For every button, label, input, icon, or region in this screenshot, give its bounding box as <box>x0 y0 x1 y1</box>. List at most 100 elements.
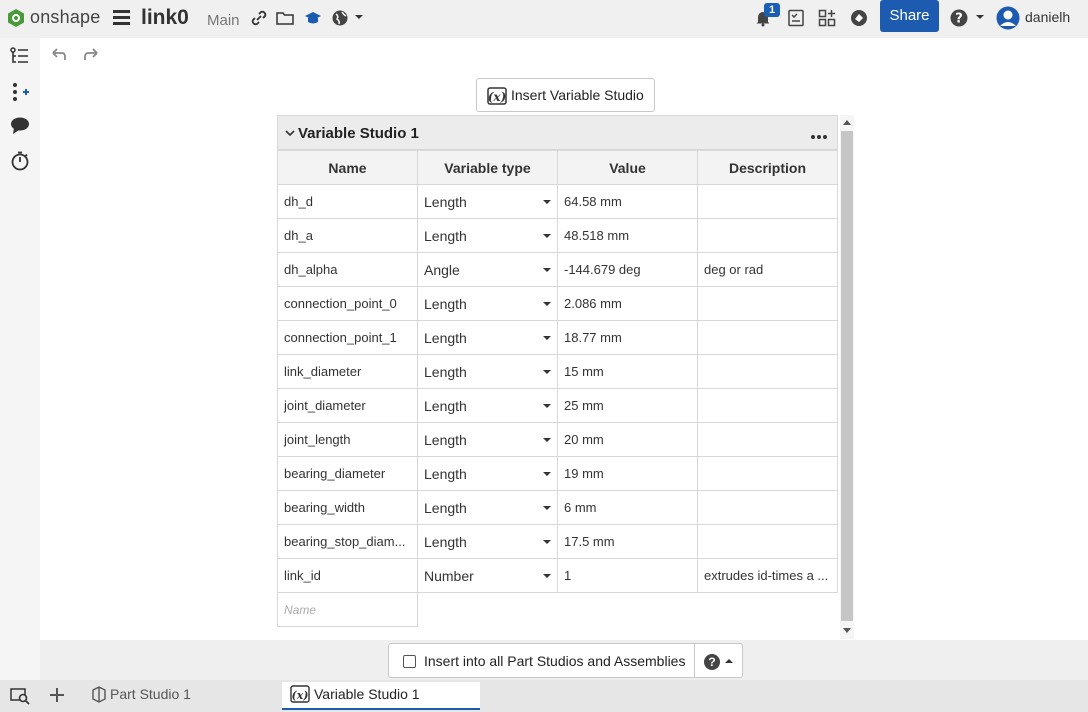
history-stopwatch-icon[interactable] <box>10 151 30 171</box>
insert-into-all-checkbox[interactable] <box>403 655 416 668</box>
scroll-up-arrow-icon[interactable] <box>843 120 851 125</box>
help-dropdown-caret-icon[interactable] <box>976 15 984 19</box>
variable-value-cell[interactable]: 2.086 mm <box>557 286 698 321</box>
tab-part-studio-1[interactable]: Part Studio 1 <box>88 682 278 708</box>
variable-value-cell[interactable]: 6 mm <box>557 490 698 525</box>
dropdown-caret-icon[interactable] <box>543 200 551 204</box>
variable-value-cell[interactable]: 25 mm <box>557 388 698 423</box>
link-icon[interactable] <box>250 9 268 27</box>
variable-name-cell[interactable]: dh_alpha <box>277 252 418 287</box>
scroll-down-arrow-icon[interactable] <box>843 628 851 633</box>
variable-description-cell[interactable] <box>697 320 838 355</box>
variable-value-cell[interactable]: -144.679 deg <box>557 252 698 287</box>
variable-value-cell[interactable]: 15 mm <box>557 354 698 389</box>
onshape-logo-icon[interactable] <box>6 8 26 28</box>
variable-type-select[interactable]: Length <box>417 184 558 219</box>
dropdown-caret-icon[interactable] <box>543 404 551 408</box>
variable-value-cell[interactable]: 17.5 mm <box>557 524 698 559</box>
insert-into-all-option[interactable]: Insert into all Part Studios and Assembl… <box>388 643 695 678</box>
undo-icon[interactable] <box>49 45 67 63</box>
dropdown-caret-icon[interactable] <box>543 336 551 340</box>
globe-dropdown-caret-icon[interactable] <box>355 15 363 19</box>
variable-type-select[interactable]: Length <box>417 354 558 389</box>
folder-icon[interactable] <box>276 9 294 27</box>
dropdown-caret-icon[interactable] <box>543 268 551 272</box>
variable-description-cell[interactable] <box>697 388 838 423</box>
variable-name-cell[interactable]: connection_point_1 <box>277 320 418 355</box>
variable-type-select[interactable]: Angle <box>417 252 558 287</box>
variable-value-cell[interactable]: 19 mm <box>557 456 698 491</box>
column-header-name[interactable]: Name <box>277 150 418 185</box>
variable-name-cell[interactable]: link_diameter <box>277 354 418 389</box>
globe-icon[interactable] <box>331 9 349 27</box>
variable-value-cell[interactable]: 20 mm <box>557 422 698 457</box>
learning-center-icon[interactable] <box>850 9 868 27</box>
variable-type-select[interactable]: Length <box>417 456 558 491</box>
document-title[interactable]: link0 <box>141 6 189 30</box>
education-icon[interactable] <box>304 9 322 27</box>
variable-description-cell[interactable] <box>697 422 838 457</box>
variable-type-select[interactable]: Length <box>417 490 558 525</box>
variable-type-select[interactable]: Length <box>417 286 558 321</box>
variable-name-cell[interactable]: bearing_stop_diam... <box>277 524 418 559</box>
variable-type-select[interactable]: Length <box>417 320 558 355</box>
variable-description-cell[interactable] <box>697 456 838 491</box>
variable-description-cell[interactable] <box>697 490 838 525</box>
panel-scrollbar[interactable] <box>840 115 854 639</box>
variable-description-cell[interactable] <box>697 286 838 321</box>
dropdown-caret-icon[interactable] <box>543 234 551 238</box>
variable-description-cell[interactable]: extrudes id-times a ... <box>697 558 838 593</box>
menu-icon[interactable] <box>113 10 130 25</box>
insert-help-button[interactable]: ? <box>695 643 743 678</box>
variable-name-cell[interactable]: bearing_width <box>277 490 418 525</box>
variable-type-select[interactable]: Length <box>417 422 558 457</box>
dropdown-caret-icon[interactable] <box>543 438 551 442</box>
task-list-icon[interactable] <box>787 9 805 27</box>
add-variable-icon[interactable] <box>10 82 30 102</box>
dropdown-caret-icon[interactable] <box>543 472 551 476</box>
column-header-description[interactable]: Description <box>697 150 838 185</box>
share-button[interactable]: Share <box>880 0 939 32</box>
collapse-chevron-icon[interactable] <box>284 127 296 139</box>
variable-type-select[interactable]: Number <box>417 558 558 593</box>
variable-name-cell[interactable]: dh_a <box>277 218 418 253</box>
column-header-value[interactable]: Value <box>557 150 698 185</box>
more-options-icon[interactable] <box>811 126 833 142</box>
variable-value-cell[interactable]: 18.77 mm <box>557 320 698 355</box>
variable-type-select[interactable]: Length <box>417 218 558 253</box>
redo-icon[interactable] <box>83 45 101 63</box>
scrollbar-thumb[interactable] <box>841 131 853 621</box>
variable-value-cell[interactable]: 64.58 mm <box>557 184 698 219</box>
dropdown-caret-icon[interactable] <box>543 506 551 510</box>
variable-type-select[interactable]: Length <box>417 524 558 559</box>
app-store-icon[interactable] <box>818 9 836 27</box>
help-icon[interactable]: ? <box>950 9 968 27</box>
comments-icon[interactable] <box>10 116 30 136</box>
variable-value-cell[interactable]: 48.518 mm <box>557 218 698 253</box>
variable-name-cell[interactable]: joint_diameter <box>277 388 418 423</box>
add-tab-icon[interactable] <box>48 686 66 704</box>
dropdown-caret-icon[interactable] <box>543 540 551 544</box>
dropdown-caret-icon[interactable] <box>543 302 551 306</box>
feature-list-icon[interactable] <box>10 46 30 66</box>
variable-description-cell[interactable] <box>697 524 838 559</box>
user-avatar-icon[interactable] <box>996 6 1020 30</box>
variable-description-cell[interactable]: deg or rad <box>697 252 838 287</box>
tab-variable-studio-1[interactable]: (x) Variable Studio 1 <box>282 682 480 710</box>
insert-variable-studio-button[interactable]: (x) Insert Variable Studio <box>476 78 655 112</box>
variable-name-cell[interactable]: bearing_diameter <box>277 456 418 491</box>
user-name[interactable]: danielh <box>1025 9 1070 25</box>
variable-description-cell[interactable] <box>697 218 838 253</box>
variable-studio-title[interactable]: Variable Studio 1 <box>298 125 419 142</box>
variable-type-select[interactable]: Length <box>417 388 558 423</box>
new-variable-name-input[interactable]: Name <box>277 592 418 627</box>
variable-description-cell[interactable] <box>697 354 838 389</box>
variable-description-cell[interactable] <box>697 184 838 219</box>
dropdown-caret-icon[interactable] <box>543 370 551 374</box>
dropdown-caret-icon[interactable] <box>543 574 551 578</box>
variable-name-cell[interactable]: dh_d <box>277 184 418 219</box>
variable-value-cell[interactable]: 1 <box>557 558 698 593</box>
variable-name-cell[interactable]: connection_point_0 <box>277 286 418 321</box>
variable-name-cell[interactable]: link_id <box>277 558 418 593</box>
variable-name-cell[interactable]: joint_length <box>277 422 418 457</box>
